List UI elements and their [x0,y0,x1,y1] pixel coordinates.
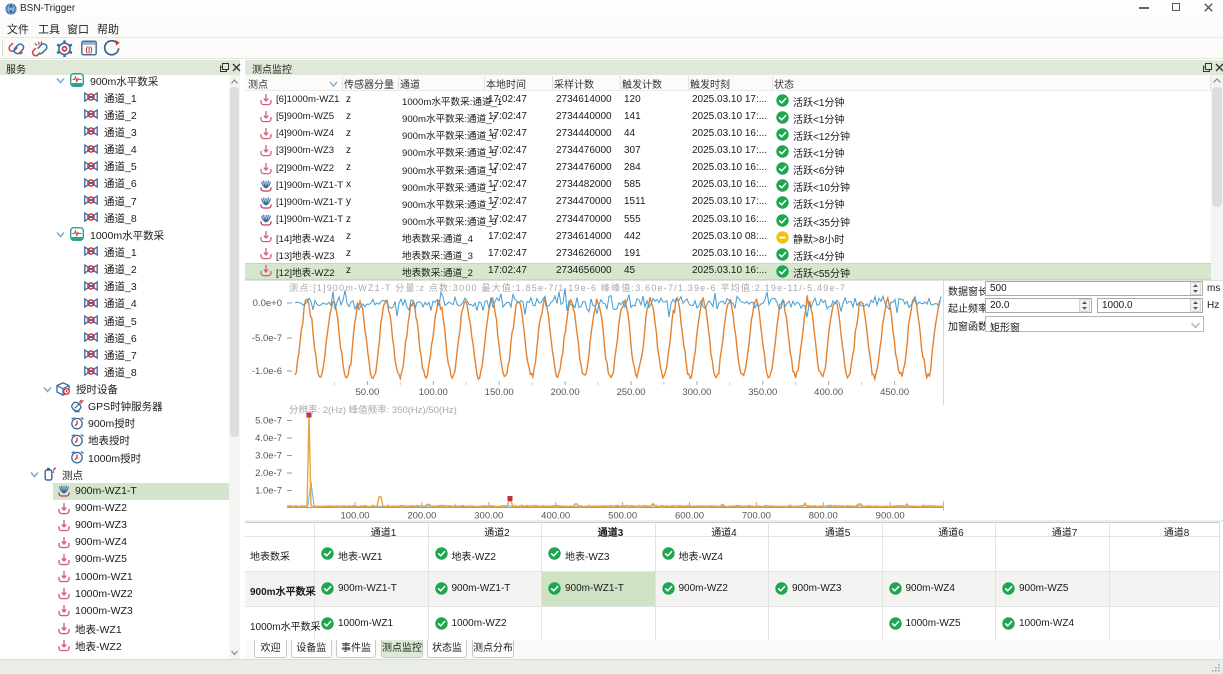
svg-text:5.0e-7: 5.0e-7 [255,416,282,427]
svg-text:(|): (|) [85,45,93,54]
svg-text:250.00: 250.00 [616,387,645,398]
svg-text:400.00: 400.00 [814,387,843,398]
svg-text:3.0e-7: 3.0e-7 [255,451,282,462]
svg-text:100.00: 100.00 [419,387,448,398]
svg-text:200.00: 200.00 [551,387,580,398]
svg-text:300.00: 300.00 [682,387,711,398]
svg-text:-5.0e-7: -5.0e-7 [252,333,282,344]
svg-text:350.00: 350.00 [748,387,777,398]
svg-text:150.00: 150.00 [485,387,514,398]
svg-text:测点:[1]900m-WZ1-T 分量:z 点数:3000: 测点:[1]900m-WZ1-T 分量:z 点数:3000 最大值:1.85e-… [289,282,846,293]
svg-text:1.0e-7: 1.0e-7 [255,486,282,497]
svg-text:0.0e+0: 0.0e+0 [253,298,282,309]
svg-text:-1.0e-6: -1.0e-6 [252,366,282,377]
svg-text:4.0e-7: 4.0e-7 [255,433,282,444]
svg-text:50.00: 50.00 [356,387,380,398]
svg-text:分辨率: 2(Hz) 峰值频率: 350(Hz)/50(H: 分辨率: 2(Hz) 峰值频率: 350(Hz)/50(Hz) [289,404,457,416]
svg-text:2.0e-7: 2.0e-7 [255,468,282,479]
svg-text:450.00: 450.00 [880,387,909,398]
